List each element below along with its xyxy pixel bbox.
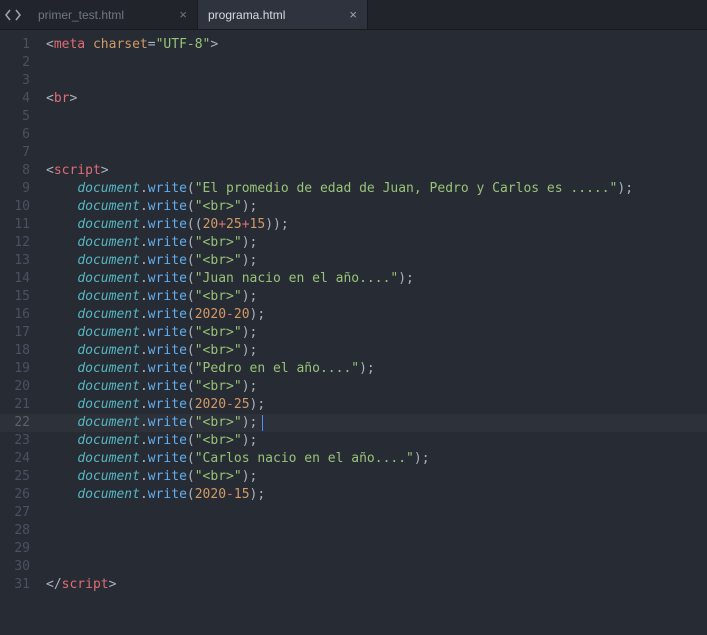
tab-label: programa.html	[208, 8, 285, 22]
line-number: 7	[0, 144, 40, 162]
line-number: 23	[0, 432, 40, 450]
code-line[interactable]: document.write("<br>");	[40, 378, 707, 396]
tab-label: primer_test.html	[38, 8, 124, 22]
code-editor[interactable]: 1234567891011121314151617181920212223242…	[0, 30, 707, 635]
code-line[interactable]	[40, 72, 707, 90]
code-line[interactable]: <script>	[40, 162, 707, 180]
code-line[interactable]: document.write("<br>");	[40, 324, 707, 342]
code-line[interactable]: document.write("<br>");	[40, 432, 707, 450]
code-line[interactable]: document.write("<br>");	[40, 414, 707, 432]
code-line[interactable]	[40, 558, 707, 576]
line-number: 9	[0, 180, 40, 198]
line-number: 10	[0, 198, 40, 216]
tab-programa-html[interactable]: programa.html ×	[198, 0, 368, 29]
code-line[interactable]	[40, 522, 707, 540]
code-line[interactable]: document.write(2020-20);	[40, 306, 707, 324]
line-number: 28	[0, 522, 40, 540]
code-line[interactable]	[40, 54, 707, 72]
line-number: 31	[0, 576, 40, 594]
code-line[interactable]	[40, 144, 707, 162]
tab-primer_test-html[interactable]: primer_test.html ×	[28, 0, 198, 29]
line-number: 15	[0, 288, 40, 306]
code-line[interactable]: document.write("<br>");	[40, 468, 707, 486]
chevron-left-icon	[4, 9, 13, 21]
line-number: 18	[0, 342, 40, 360]
line-number: 30	[0, 558, 40, 576]
code-area[interactable]: <meta charset="UTF-8"> <br> <script> docum…	[40, 30, 707, 635]
code-line[interactable]: document.write("El promedio de edad de J…	[40, 180, 707, 198]
line-number: 22	[0, 414, 40, 432]
line-number: 13	[0, 252, 40, 270]
line-number: 6	[0, 126, 40, 144]
line-number: 1	[0, 36, 40, 54]
line-number: 26	[0, 486, 40, 504]
chevron-right-icon	[13, 9, 22, 21]
close-icon[interactable]: ×	[341, 7, 357, 22]
code-line[interactable]: <br>	[40, 90, 707, 108]
line-number-gutter: 1234567891011121314151617181920212223242…	[0, 30, 40, 635]
line-number: 21	[0, 396, 40, 414]
line-number: 27	[0, 504, 40, 522]
line-number: 8	[0, 162, 40, 180]
code-line[interactable]: document.write("Pedro en el año....");	[40, 360, 707, 378]
code-line[interactable]	[40, 108, 707, 126]
code-line[interactable]	[40, 540, 707, 558]
tab-nav-arrows[interactable]	[0, 0, 28, 29]
line-number: 5	[0, 108, 40, 126]
line-number: 29	[0, 540, 40, 558]
code-line[interactable]: document.write(2020-25);	[40, 396, 707, 414]
line-number: 14	[0, 270, 40, 288]
tab-bar: primer_test.html × programa.html ×	[0, 0, 707, 30]
line-number: 4	[0, 90, 40, 108]
code-line[interactable]: </script>	[40, 576, 707, 594]
code-line[interactable]: document.write("<br>");	[40, 234, 707, 252]
line-number: 20	[0, 378, 40, 396]
line-number: 24	[0, 450, 40, 468]
line-number: 16	[0, 306, 40, 324]
code-line[interactable]: document.write(2020-15);	[40, 486, 707, 504]
line-number: 11	[0, 216, 40, 234]
code-line[interactable]	[40, 126, 707, 144]
line-number: 19	[0, 360, 40, 378]
close-icon[interactable]: ×	[171, 7, 187, 22]
line-number: 2	[0, 54, 40, 72]
code-line[interactable]: document.write((20+25+15));	[40, 216, 707, 234]
code-line[interactable]: document.write("<br>");	[40, 288, 707, 306]
code-line[interactable]: document.write("<br>");	[40, 342, 707, 360]
code-line[interactable]: document.write("<br>");	[40, 252, 707, 270]
line-number: 17	[0, 324, 40, 342]
line-number: 12	[0, 234, 40, 252]
code-line[interactable]	[40, 504, 707, 522]
line-number: 25	[0, 468, 40, 486]
code-line[interactable]: document.write("Juan nacio en el año....…	[40, 270, 707, 288]
line-number: 3	[0, 72, 40, 90]
code-line[interactable]: document.write("Carlos nacio en el año..…	[40, 450, 707, 468]
text-cursor	[262, 415, 263, 431]
code-line[interactable]: <meta charset="UTF-8">	[40, 36, 707, 54]
code-line[interactable]: document.write("<br>");	[40, 198, 707, 216]
